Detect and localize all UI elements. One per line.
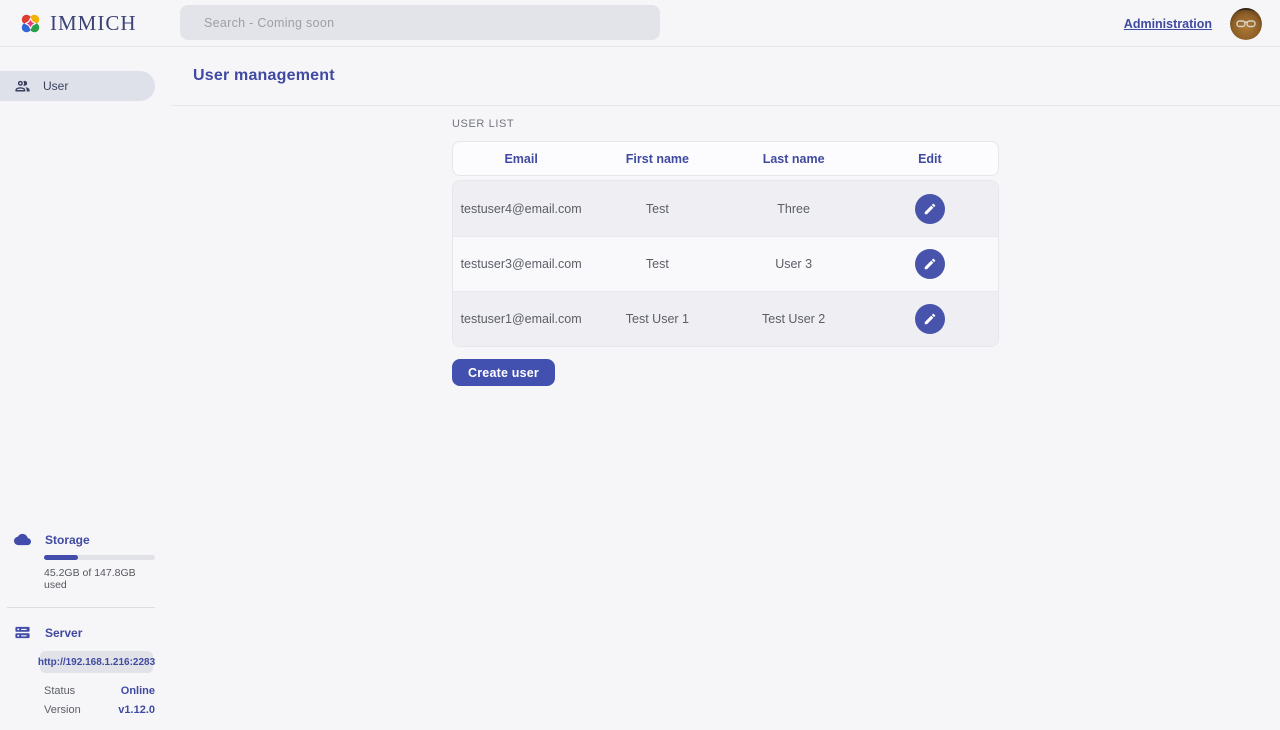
user-first-name: Test bbox=[589, 202, 725, 216]
pencil-icon bbox=[923, 257, 937, 271]
server-status-label: Status bbox=[44, 685, 75, 697]
search-input[interactable] bbox=[180, 5, 660, 40]
server-url-chip: http://192.168.1.216:2283 bbox=[40, 651, 153, 673]
sidebar-item-user[interactable]: User bbox=[0, 71, 155, 101]
cloud-icon bbox=[14, 531, 31, 548]
sidebar-divider bbox=[7, 607, 155, 608]
user-email: testuser1@email.com bbox=[453, 312, 589, 326]
user-last-name: Three bbox=[726, 202, 862, 216]
user-email: testuser3@email.com bbox=[453, 257, 589, 271]
immich-logo-icon bbox=[18, 11, 43, 36]
storage-title: Storage bbox=[45, 533, 90, 547]
pencil-icon bbox=[923, 202, 937, 216]
pencil-icon bbox=[923, 312, 937, 326]
page-header: User management bbox=[171, 47, 1280, 106]
edit-user-button[interactable] bbox=[915, 304, 945, 334]
column-header-first-name: First name bbox=[589, 152, 725, 166]
user-table: testuser4@email.com Test Three bbox=[452, 180, 999, 347]
storage-progress-bar bbox=[44, 555, 155, 560]
sidebar: User Storage 45.2GB of 147.8GB used bbox=[0, 47, 155, 730]
create-user-button[interactable]: Create user bbox=[452, 359, 555, 386]
server-status-value: Online bbox=[121, 685, 155, 697]
sidebar-item-label: User bbox=[43, 79, 68, 93]
server-version-value: v1.12.0 bbox=[118, 704, 155, 716]
sidebar-footer: Storage 45.2GB of 147.8GB used bbox=[0, 531, 155, 730]
edit-user-button[interactable] bbox=[915, 249, 945, 279]
immich-app: IMMICH Administration bbox=[0, 0, 1280, 730]
user-email: testuser4@email.com bbox=[453, 202, 589, 216]
user-list-label: USER LIST bbox=[452, 118, 999, 130]
edit-user-button[interactable] bbox=[915, 194, 945, 224]
administration-link[interactable]: Administration bbox=[1124, 17, 1212, 31]
topbar: IMMICH Administration bbox=[0, 0, 1280, 47]
storage-progress-fill bbox=[44, 555, 78, 560]
users-icon bbox=[14, 78, 31, 95]
column-header-last-name: Last name bbox=[726, 152, 862, 166]
user-last-name: Test User 2 bbox=[726, 312, 862, 326]
page-title: User management bbox=[193, 67, 335, 85]
main-content: User management USER LIST Email First na… bbox=[155, 47, 1280, 730]
server-title: Server bbox=[45, 626, 82, 640]
brand-name: IMMICH bbox=[50, 11, 137, 36]
brand[interactable]: IMMICH bbox=[18, 11, 137, 36]
user-first-name: Test bbox=[589, 257, 725, 271]
user-first-name: Test User 1 bbox=[589, 312, 725, 326]
storage-usage-text: 45.2GB of 147.8GB used bbox=[44, 567, 155, 591]
server-icon bbox=[14, 624, 31, 641]
storage-section: Storage 45.2GB of 147.8GB used bbox=[0, 531, 155, 591]
table-row: testuser3@email.com Test User 3 bbox=[453, 236, 998, 291]
table-row: testuser4@email.com Test Three bbox=[453, 181, 998, 236]
column-header-email: Email bbox=[453, 152, 589, 166]
server-version-label: Version bbox=[44, 704, 81, 716]
user-last-name: User 3 bbox=[726, 257, 862, 271]
avatar[interactable] bbox=[1230, 8, 1262, 40]
table-row: testuser1@email.com Test User 1 Test Use… bbox=[453, 291, 998, 346]
server-section: Server http://192.168.1.216:2283 Status … bbox=[0, 624, 155, 716]
topbar-right: Administration bbox=[1124, 0, 1262, 47]
user-table-header: Email First name Last name Edit bbox=[452, 141, 999, 176]
column-header-edit: Edit bbox=[862, 152, 998, 166]
